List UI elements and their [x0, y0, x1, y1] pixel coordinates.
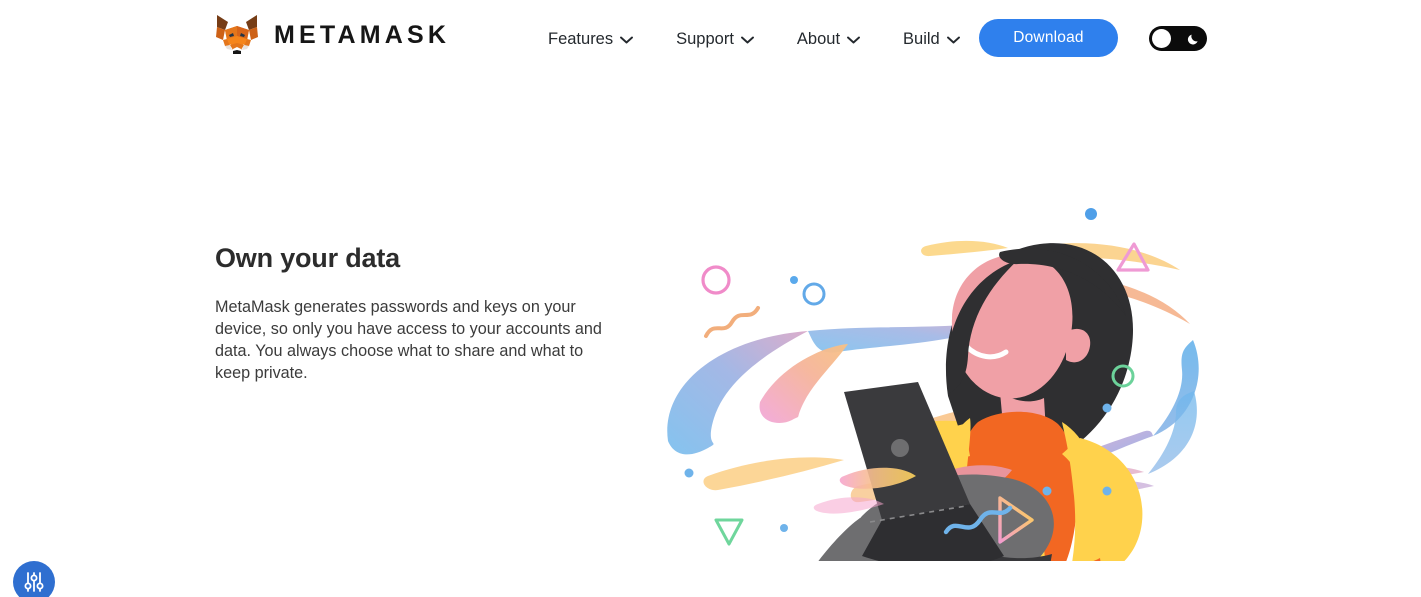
blue-dot	[1102, 403, 1112, 413]
nav-item-features[interactable]: Features	[548, 26, 634, 53]
nav-item-label: Features	[548, 30, 614, 48]
chevron-down-icon	[740, 36, 754, 43]
toggle-knob	[1152, 29, 1171, 48]
chevron-down-icon	[946, 36, 960, 43]
page-root: METAMASK Features Support About Build Do…	[0, 0, 1421, 597]
sliders-icon	[24, 572, 44, 592]
nav-item-support[interactable]: Support	[676, 26, 754, 53]
blue-dot	[1085, 208, 1097, 220]
blue-dot	[780, 524, 788, 532]
primary-navigation: Features Support About Build	[548, 26, 960, 53]
brand-logo-link[interactable]: METAMASK	[214, 13, 450, 57]
blue-dot	[1042, 486, 1052, 496]
nav-item-build[interactable]: Build	[903, 26, 960, 53]
blue-dot	[1102, 486, 1112, 496]
hero-description: MetaMask generates passwords and keys on…	[215, 298, 602, 382]
person-figure	[818, 243, 1143, 561]
chevron-down-icon	[620, 36, 634, 43]
nav-item-label: About	[796, 30, 841, 48]
blue-dot	[790, 276, 798, 284]
crescent-moon-icon	[1187, 34, 1198, 44]
chevron-down-icon	[847, 36, 860, 43]
dark-mode-toggle[interactable]	[1149, 26, 1207, 51]
metamask-fox-icon	[216, 15, 258, 54]
download-button[interactable]: Download	[979, 19, 1118, 57]
nav-item-label: Build	[903, 30, 940, 48]
hero-title: Own your data	[215, 243, 400, 273]
accessibility-options-button[interactable]	[13, 561, 55, 597]
orange-squiggle	[704, 306, 760, 338]
blue-dot	[684, 468, 694, 478]
pink-circle-outline	[701, 265, 731, 295]
green-triangle-outline	[714, 518, 744, 546]
nav-item-label: Support	[676, 30, 734, 48]
brand-wordmark: METAMASK	[274, 20, 451, 49]
nav-item-about[interactable]: About	[797, 26, 860, 53]
woman-with-laptop-illustration	[648, 186, 1214, 561]
hero-section: Own your data MetaMask generates passwor…	[215, 243, 625, 384]
site-header: METAMASK Features Support About Build Do…	[0, 0, 1421, 76]
illustration-canvas	[667, 208, 1199, 561]
blue-circle-outline	[802, 282, 826, 306]
